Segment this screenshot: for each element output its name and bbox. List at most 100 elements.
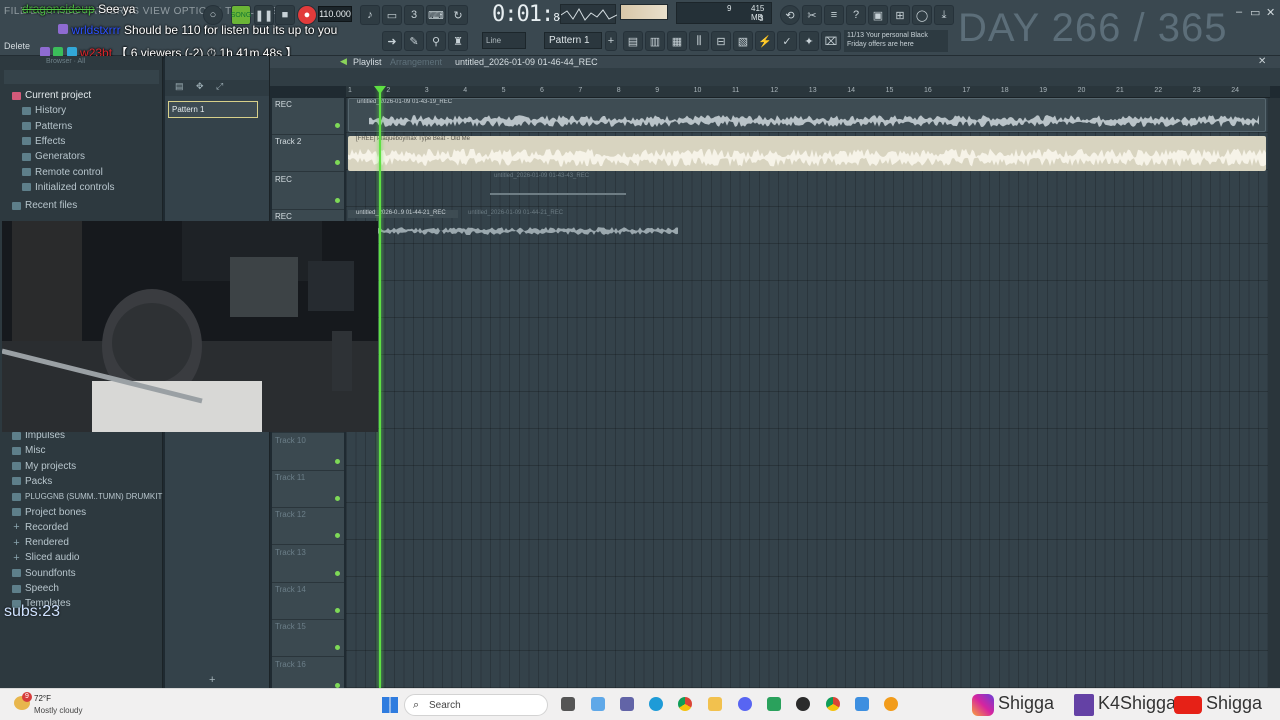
pattern-item[interactable]: Pattern 1 xyxy=(168,101,258,118)
track-header[interactable]: Track 14 xyxy=(272,583,344,620)
browser-item[interactable]: + Rendered xyxy=(12,535,69,550)
add-pattern-icon[interactable]: + xyxy=(209,674,215,686)
track-header[interactable]: Track 13 xyxy=(272,546,344,583)
mixer-icon[interactable]: ≡ xyxy=(824,5,844,25)
copilot-icon[interactable] xyxy=(591,697,605,711)
pencil-icon[interactable]: ✎ xyxy=(404,31,424,51)
track-header[interactable]: Track 10 xyxy=(272,434,344,471)
explorer-icon[interactable] xyxy=(708,697,722,711)
track-header[interactable]: REC xyxy=(272,98,344,135)
tempo-display[interactable]: 110.000 xyxy=(318,6,352,22)
browser-item[interactable]: + Recorded xyxy=(12,520,68,535)
playhead-line[interactable] xyxy=(379,86,381,688)
playhead-marker[interactable] xyxy=(374,86,386,94)
song-mode-toggle[interactable]: ○ xyxy=(203,5,223,25)
audio-clip[interactable]: untitled_2026-01-09 01-43-19_REC xyxy=(348,98,1266,132)
track-enable-led[interactable] xyxy=(335,197,340,203)
start-button[interactable] xyxy=(382,697,398,713)
track-enable-led[interactable] xyxy=(335,607,340,613)
browser-item[interactable]: Remote control xyxy=(22,165,103,180)
link-icon[interactable]: ⚲ xyxy=(426,31,446,51)
song-pattern-switch[interactable]: SONG xyxy=(231,5,251,25)
stats-icon[interactable]: ✦ xyxy=(799,31,819,51)
record-button[interactable]: ● xyxy=(297,5,317,25)
discord-icon[interactable] xyxy=(738,697,752,711)
info-icon[interactable]: ⌧ xyxy=(821,31,841,51)
help-icon[interactable]: ? xyxy=(846,5,866,25)
download-icon[interactable]: ⤓ xyxy=(934,5,954,25)
master-volume[interactable] xyxy=(620,4,668,20)
tools-icon[interactable]: ✓ xyxy=(777,31,797,51)
browser-item[interactable]: Generators xyxy=(22,149,85,164)
play-button[interactable]: ❚❚ xyxy=(254,5,274,25)
playlist-grid[interactable]: untitled_2026-01-09 01-43-19_REC [FREE] … xyxy=(346,98,1268,688)
timeline-ruler[interactable]: 1 2 3 4 5 6 7 8 9 10 11 12 13 14 15 16 17 18 19 20 21 22 23 24 xyxy=(346,86,1270,98)
track-enable-led[interactable] xyxy=(335,123,340,128)
track-enable-led[interactable] xyxy=(335,458,340,464)
track-header[interactable]: Track 15 xyxy=(272,620,344,658)
step-edit-icon[interactable]: ⌨ xyxy=(426,5,446,25)
track-header[interactable]: Track 11 xyxy=(272,471,344,508)
browser-item[interactable]: Patterns xyxy=(22,119,72,134)
piano-roll-icon[interactable]: ▥ xyxy=(645,31,665,51)
metronome-icon[interactable]: ♪ xyxy=(360,5,380,25)
track-header[interactable]: Track 12 xyxy=(272,508,344,546)
playlist-close-icon[interactable]: ✕ xyxy=(1258,56,1266,67)
audio-clip[interactable]: [FREE] Plaqueboymax Type Beat - Old Me xyxy=(348,136,1266,171)
maximize-icon[interactable]: ▭ xyxy=(1250,6,1260,19)
browser-item[interactable]: Current project xyxy=(12,88,91,103)
app-icon[interactable] xyxy=(767,697,781,711)
audio-clip[interactable]: untitled_2026-01-09 01-43-43_REC xyxy=(486,173,636,203)
undo-icon[interactable]: ⟲ xyxy=(780,5,800,25)
channel-rack-icon[interactable]: ▦ xyxy=(667,31,687,51)
project-name[interactable]: untitled_2026-01-09 01-46-44_REC xyxy=(455,57,598,67)
vertical-scrollbar[interactable] xyxy=(1268,98,1280,688)
edge-icon[interactable] xyxy=(649,697,663,711)
playlist-play-icon[interactable]: ◀ xyxy=(340,56,347,67)
mixer-view-icon[interactable]: ⫼ xyxy=(689,31,709,51)
browser-item[interactable]: Initialized controls xyxy=(22,180,114,195)
browser-item[interactable]: Recent files xyxy=(12,198,77,213)
browser-item[interactable]: Soundfonts xyxy=(12,566,76,581)
fl-studio-icon[interactable] xyxy=(884,697,898,711)
browser-item[interactable]: Misc xyxy=(12,443,46,458)
wait-icon[interactable]: ▭ xyxy=(382,5,402,25)
task-view-icon[interactable] xyxy=(561,697,575,711)
snap-select[interactable]: Line xyxy=(482,32,526,49)
browser-item[interactable]: My projects xyxy=(12,459,76,474)
chrome-icon-2[interactable] xyxy=(826,697,840,711)
minimize-icon[interactable]: – xyxy=(1236,6,1242,18)
browser-header[interactable]: Browser · All xyxy=(46,58,85,65)
browser-item[interactable]: History xyxy=(22,103,66,118)
stop-button[interactable]: ■ xyxy=(275,5,295,25)
browser-toggle-icon[interactable]: ⊟ xyxy=(711,31,731,51)
cut-icon[interactable]: ✂ xyxy=(802,5,822,25)
plugin-icon[interactable]: ⚡ xyxy=(755,31,775,51)
midi-icon[interactable]: ⊞ xyxy=(890,5,910,25)
track-enable-led[interactable] xyxy=(335,682,340,688)
browser-item[interactable]: PLUGGNB (SUMM..TUMN) DRUMKIT xyxy=(12,489,162,504)
browser-item[interactable]: Speech xyxy=(12,581,59,596)
browser-item[interactable]: Project bones xyxy=(12,505,86,520)
store-icon[interactable] xyxy=(855,697,869,711)
stamp-icon[interactable]: ♜ xyxy=(448,31,468,51)
close-icon[interactable]: ✕ xyxy=(1266,6,1275,19)
browser-item[interactable]: Effects xyxy=(22,134,65,149)
track-enable-led[interactable] xyxy=(335,533,340,539)
loop-record-icon[interactable]: ↻ xyxy=(448,5,468,25)
track-enable-led[interactable] xyxy=(335,160,340,166)
arrow-right-icon[interactable]: ➜ xyxy=(382,31,402,51)
save-icon[interactable]: ▣ xyxy=(868,5,888,25)
plus-icon[interactable]: + xyxy=(605,31,617,51)
countdown-icon[interactable]: 3 xyxy=(404,5,424,25)
track-header[interactable]: REC xyxy=(272,173,344,210)
chat-icon[interactable]: ◯ xyxy=(912,5,932,25)
teams-icon[interactable] xyxy=(620,697,634,711)
obs-icon[interactable] xyxy=(796,697,810,711)
track-enable-led[interactable] xyxy=(335,645,340,651)
audio-clip[interactable]: untitled_2026-0..9 01-44-21_REC untitled… xyxy=(348,210,678,244)
news-panel[interactable]: 11/13 Your personal Black Friday offers … xyxy=(844,30,948,52)
pattern-selector[interactable]: Pattern 1 xyxy=(544,32,602,49)
chrome-icon[interactable] xyxy=(678,697,692,711)
taskbar-search[interactable]: ⌕ Search xyxy=(404,694,548,716)
